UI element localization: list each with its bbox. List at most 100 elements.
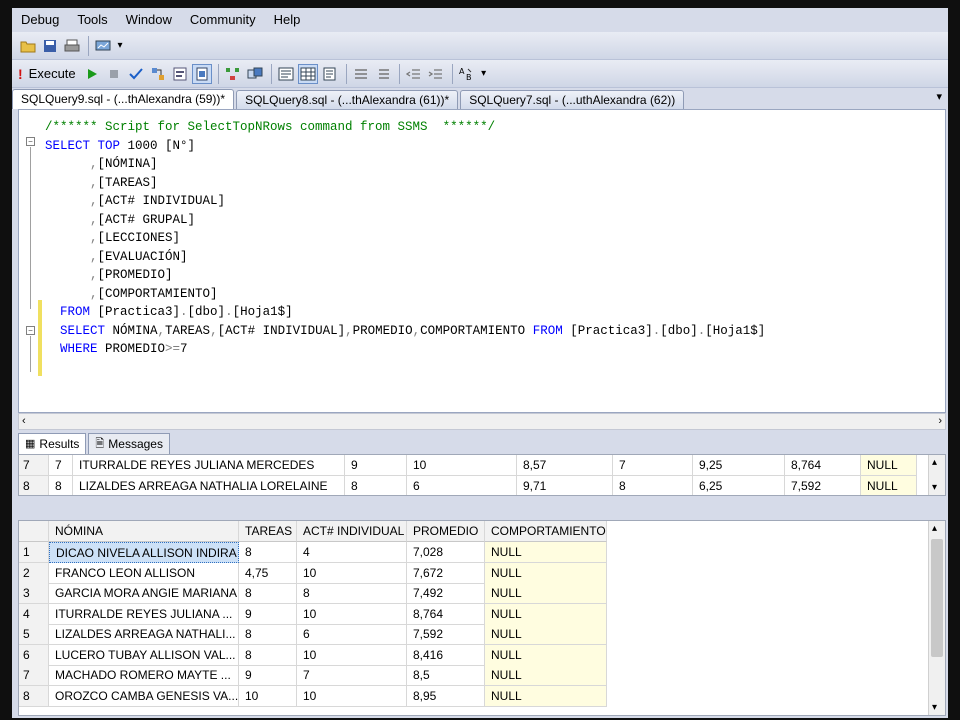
row-number[interactable]: 8 (19, 476, 49, 495)
table-cell[interactable]: NULL (485, 644, 607, 666)
table-row[interactable]: 4 ITURRALDE REYES JULIANA ... 9 10 8,764 NULL (19, 603, 607, 625)
table-cell[interactable]: NULL (861, 455, 917, 476)
table-cell[interactable]: FRANCO LEON ALLISON (49, 562, 239, 584)
toolbar-overflow-icon[interactable]: ▾ (479, 68, 489, 79)
table-cell[interactable]: 10 (297, 562, 407, 584)
execute-button[interactable]: ! Execute (18, 66, 76, 82)
table-cell[interactable]: 10 (297, 644, 407, 666)
save-icon[interactable] (40, 36, 60, 56)
table-cell[interactable]: 10 (407, 455, 517, 476)
uncomment-lines-icon[interactable] (373, 64, 393, 84)
row-number[interactable]: 8 (19, 685, 49, 707)
table-cell[interactable]: 8 (239, 624, 297, 645)
debug-play-icon[interactable] (82, 64, 102, 84)
row-number[interactable]: 3 (19, 583, 49, 604)
fold-collapse-icon[interactable]: − (26, 326, 35, 335)
table-cell[interactable]: 4 (297, 542, 407, 563)
scroll-right-icon[interactable]: › (938, 415, 942, 427)
print-icon[interactable] (62, 36, 82, 56)
code-line[interactable]: ,[PROMEDIO] (45, 266, 173, 284)
table-cell[interactable]: 9,25 (693, 455, 785, 476)
table-cell[interactable]: NULL (485, 624, 607, 645)
table-cell[interactable]: MACHADO ROMERO MAYTE ... (49, 665, 239, 686)
results-to-grid-icon[interactable] (297, 63, 318, 84)
code-line[interactable]: WHERE PROMEDIO>=7 (45, 340, 188, 358)
menu-window[interactable]: Window (117, 8, 181, 32)
table-cell[interactable]: 8 (239, 644, 297, 666)
table-cell[interactable]: 8 (239, 542, 297, 563)
table-row[interactable]: 7 MACHADO ROMERO MAYTE ... 9 7 8,5 NULL (19, 665, 607, 686)
toolbar-overflow-icon[interactable]: ▾ (115, 40, 125, 51)
row-number[interactable]: 6 (19, 644, 49, 666)
table-cell[interactable]: 4,75 (239, 562, 297, 584)
table-cell[interactable]: NULL (485, 583, 607, 604)
table-cell[interactable]: DICAO NIVELA ALLISON INDIRA (49, 542, 239, 563)
comment-lines-icon[interactable] (351, 64, 371, 84)
sql-editor[interactable]: − − /****** Script for SelectTopNRows co… (18, 109, 946, 413)
scroll-left-icon[interactable]: ‹ (22, 415, 26, 427)
scroll-down-icon[interactable]: ▾ (932, 482, 937, 493)
table-cell[interactable]: NULL (485, 665, 607, 686)
row-number[interactable]: 1 (19, 542, 49, 563)
menu-debug[interactable]: Debug (12, 8, 68, 32)
stop-icon[interactable] (104, 64, 124, 84)
table-cell[interactable]: NULL (485, 603, 607, 625)
table-cell[interactable]: 7 (613, 455, 693, 476)
table-cell[interactable]: NULL (485, 562, 607, 584)
menu-help[interactable]: Help (265, 8, 310, 32)
table-cell[interactable]: NULL (485, 685, 607, 707)
table-cell[interactable]: 6 (297, 624, 407, 645)
tab-results[interactable]: ▦ Results (18, 433, 87, 454)
menu-tools[interactable]: Tools (68, 8, 116, 32)
menu-community[interactable]: Community (181, 8, 265, 32)
table-cell[interactable]: 9 (239, 665, 297, 686)
table-cell[interactable]: 10 (297, 603, 407, 625)
decrease-indent-icon[interactable] (404, 64, 424, 84)
fold-collapse-icon[interactable]: − (26, 137, 35, 146)
intellisense-icon[interactable] (191, 63, 212, 84)
scroll-down-icon[interactable]: ▾ (932, 702, 937, 713)
table-cell[interactable]: 7,672 (407, 562, 485, 584)
results-grid-1[interactable]: ▴ ▾ 7 7 ITURRALDE REYES JULIANA MERCEDES 9 1… (18, 454, 946, 496)
table-cell[interactable]: 8,57 (517, 455, 613, 476)
row-number[interactable]: 7 (19, 665, 49, 686)
client-statistics-icon[interactable] (245, 64, 265, 84)
table-cell[interactable]: 7,492 (407, 583, 485, 604)
table-cell[interactable]: 7,028 (407, 542, 485, 563)
row-number[interactable]: 5 (19, 624, 49, 645)
results-grid-2[interactable]: ▴ ▾ NÓMINA TAREAS ACT# INDIVIDUAL PROMEDIO C… (18, 520, 946, 716)
tab-dropdown-icon[interactable]: ▾ (936, 90, 942, 103)
table-cell[interactable]: 10 (297, 685, 407, 707)
column-header[interactable]: TAREAS (239, 521, 297, 542)
include-plan-icon[interactable] (223, 64, 243, 84)
tab-sqlquery8[interactable]: SQLQuery8.sql - (...thAlexandra (61))* (236, 90, 459, 109)
table-cell[interactable]: LIZALDES ARREAGA NATHALIA LORELAINE (73, 476, 345, 495)
table-cell[interactable]: 8,95 (407, 685, 485, 707)
estimated-plan-icon[interactable] (148, 64, 168, 84)
table-cell[interactable]: GARCIA MORA ANGIE MARIANA (49, 583, 239, 604)
code-line[interactable]: ,[TAREAS] (45, 174, 158, 192)
increase-indent-icon[interactable] (426, 64, 446, 84)
editor-horizontal-scrollbar[interactable]: ‹ › (18, 413, 946, 430)
table-cell[interactable]: 8 (49, 476, 73, 495)
table-row[interactable]: 8 OROZCO CAMBA GENESIS VA... 10 10 8,95 NULL (19, 685, 607, 707)
table-cell[interactable]: 6 (407, 476, 517, 495)
tab-sqlquery9[interactable]: SQLQuery9.sql - (...thAlexandra (59))* (12, 89, 235, 109)
code-line[interactable]: SELECT TOP 1000 [N°] (45, 137, 195, 155)
code-line[interactable]: ,[ACT# INDIVIDUAL] (45, 192, 225, 210)
table-row[interactable]: 7 7 ITURRALDE REYES JULIANA MERCEDES 9 10 8,5… (19, 455, 917, 476)
activity-monitor-icon[interactable] (93, 36, 113, 56)
table-cell[interactable]: LIZALDES ARREAGA NATHALI... (49, 624, 239, 645)
table-cell[interactable]: 8,416 (407, 644, 485, 666)
table-row[interactable]: 6 LUCERO TUBAY ALLISON VAL... 8 10 8,416 NULL (19, 644, 607, 666)
table-cell[interactable]: 8 (297, 583, 407, 604)
row-number[interactable]: 7 (19, 455, 49, 476)
code-line[interactable]: ,[COMPORTAMIENTO] (45, 285, 218, 303)
results-to-file-icon[interactable] (320, 64, 340, 84)
table-cell[interactable]: 8 (239, 583, 297, 604)
code-line[interactable]: ,[EVALUACIÓN] (45, 248, 188, 266)
code-line[interactable]: ,[ACT# GRUPAL] (45, 211, 195, 229)
table-cell[interactable]: 9 (345, 455, 407, 476)
code-line[interactable]: SELECT NÓMINA,TAREAS,[ACT# INDIVIDUAL],P… (45, 322, 765, 340)
table-cell[interactable]: 7,592 (407, 624, 485, 645)
